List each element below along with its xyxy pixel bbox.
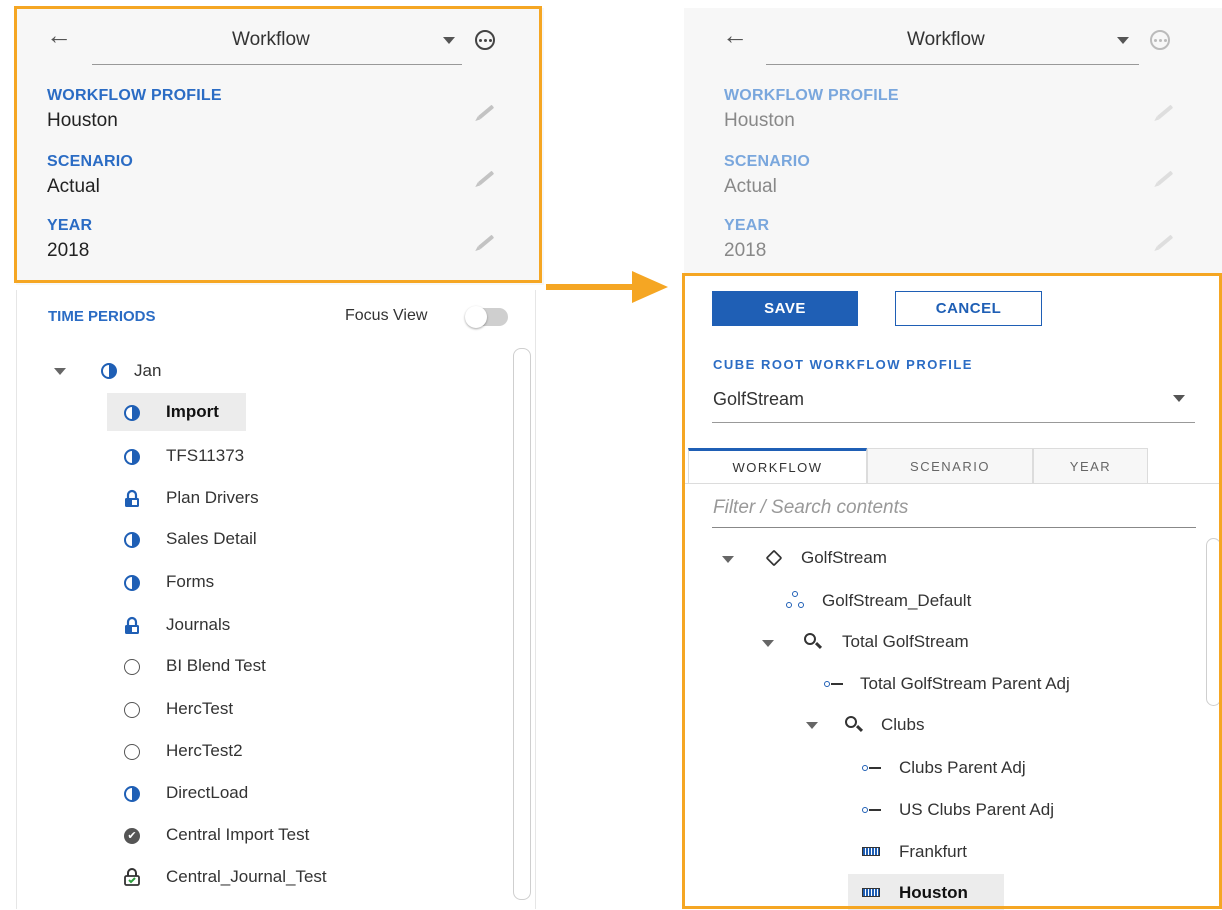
lock-check-icon (124, 868, 140, 886)
half-circle-icon (124, 532, 140, 548)
transition-arrow-head (632, 271, 668, 303)
half-circle-icon (101, 363, 117, 379)
tree-item-import[interactable]: Import (166, 402, 219, 422)
jan-expand-caret-icon[interactable] (54, 368, 66, 375)
empty-circle-icon (124, 659, 140, 675)
scenario-label: SCENARIO (724, 153, 811, 170)
tree-item-herctest2[interactable]: HercTest2 (166, 741, 243, 761)
half-circle-icon (124, 786, 140, 802)
half-circle-icon (124, 405, 140, 421)
tree-item-directload[interactable]: DirectLoad (166, 783, 248, 803)
tree-item-plan-drivers[interactable]: Plan Drivers (166, 488, 259, 508)
right-highlight-frame (682, 273, 1222, 909)
lock-icon (125, 616, 139, 634)
more-options-icon[interactable] (1150, 30, 1170, 50)
workflow-dropdown-label[interactable]: Workflow (907, 29, 985, 51)
focus-view-toggle[interactable] (465, 306, 508, 328)
back-arrow-icon[interactable]: ← (722, 22, 748, 48)
tree-item-bi-blend-test[interactable]: BI Blend Test (166, 656, 266, 676)
empty-circle-icon (124, 702, 140, 718)
tree-item-herctest[interactable]: HercTest (166, 699, 233, 719)
tree-item-central-journal-test[interactable]: Central_Journal_Test (166, 867, 327, 887)
time-periods-title: TIME PERIODS (48, 308, 156, 325)
focus-view-label: Focus View (345, 307, 428, 324)
workflow-profile-label: WORKFLOW PROFILE (724, 87, 899, 104)
year-value: 2018 (724, 240, 767, 261)
workflow-dropdown-underline (766, 64, 1139, 65)
scenario-value: Actual (724, 176, 777, 197)
half-circle-icon (124, 575, 140, 591)
tree-item-tfs11373[interactable]: TFS11373 (166, 446, 244, 466)
transition-arrow-shaft (546, 284, 638, 290)
lock-icon (125, 489, 139, 507)
tree-item-forms[interactable]: Forms (166, 572, 214, 592)
toggle-knob (465, 306, 487, 328)
workflow-profile-value: Houston (724, 110, 795, 131)
tree-item-journals[interactable]: Journals (166, 615, 230, 635)
time-periods-panel (16, 290, 536, 909)
tree-item-sales-detail[interactable]: Sales Detail (166, 529, 257, 549)
time-periods-scrollbar[interactable] (513, 348, 531, 900)
tree-item-jan[interactable]: Jan (134, 361, 161, 381)
tree-item-central-import-test[interactable]: Central Import Test (166, 825, 309, 845)
year-label: YEAR (724, 217, 770, 234)
empty-circle-icon (124, 744, 140, 760)
left-highlight-frame (14, 6, 542, 283)
check-circle-icon: ✔ (124, 828, 140, 844)
chevron-down-icon[interactable] (1117, 37, 1129, 44)
half-circle-icon (124, 449, 140, 465)
